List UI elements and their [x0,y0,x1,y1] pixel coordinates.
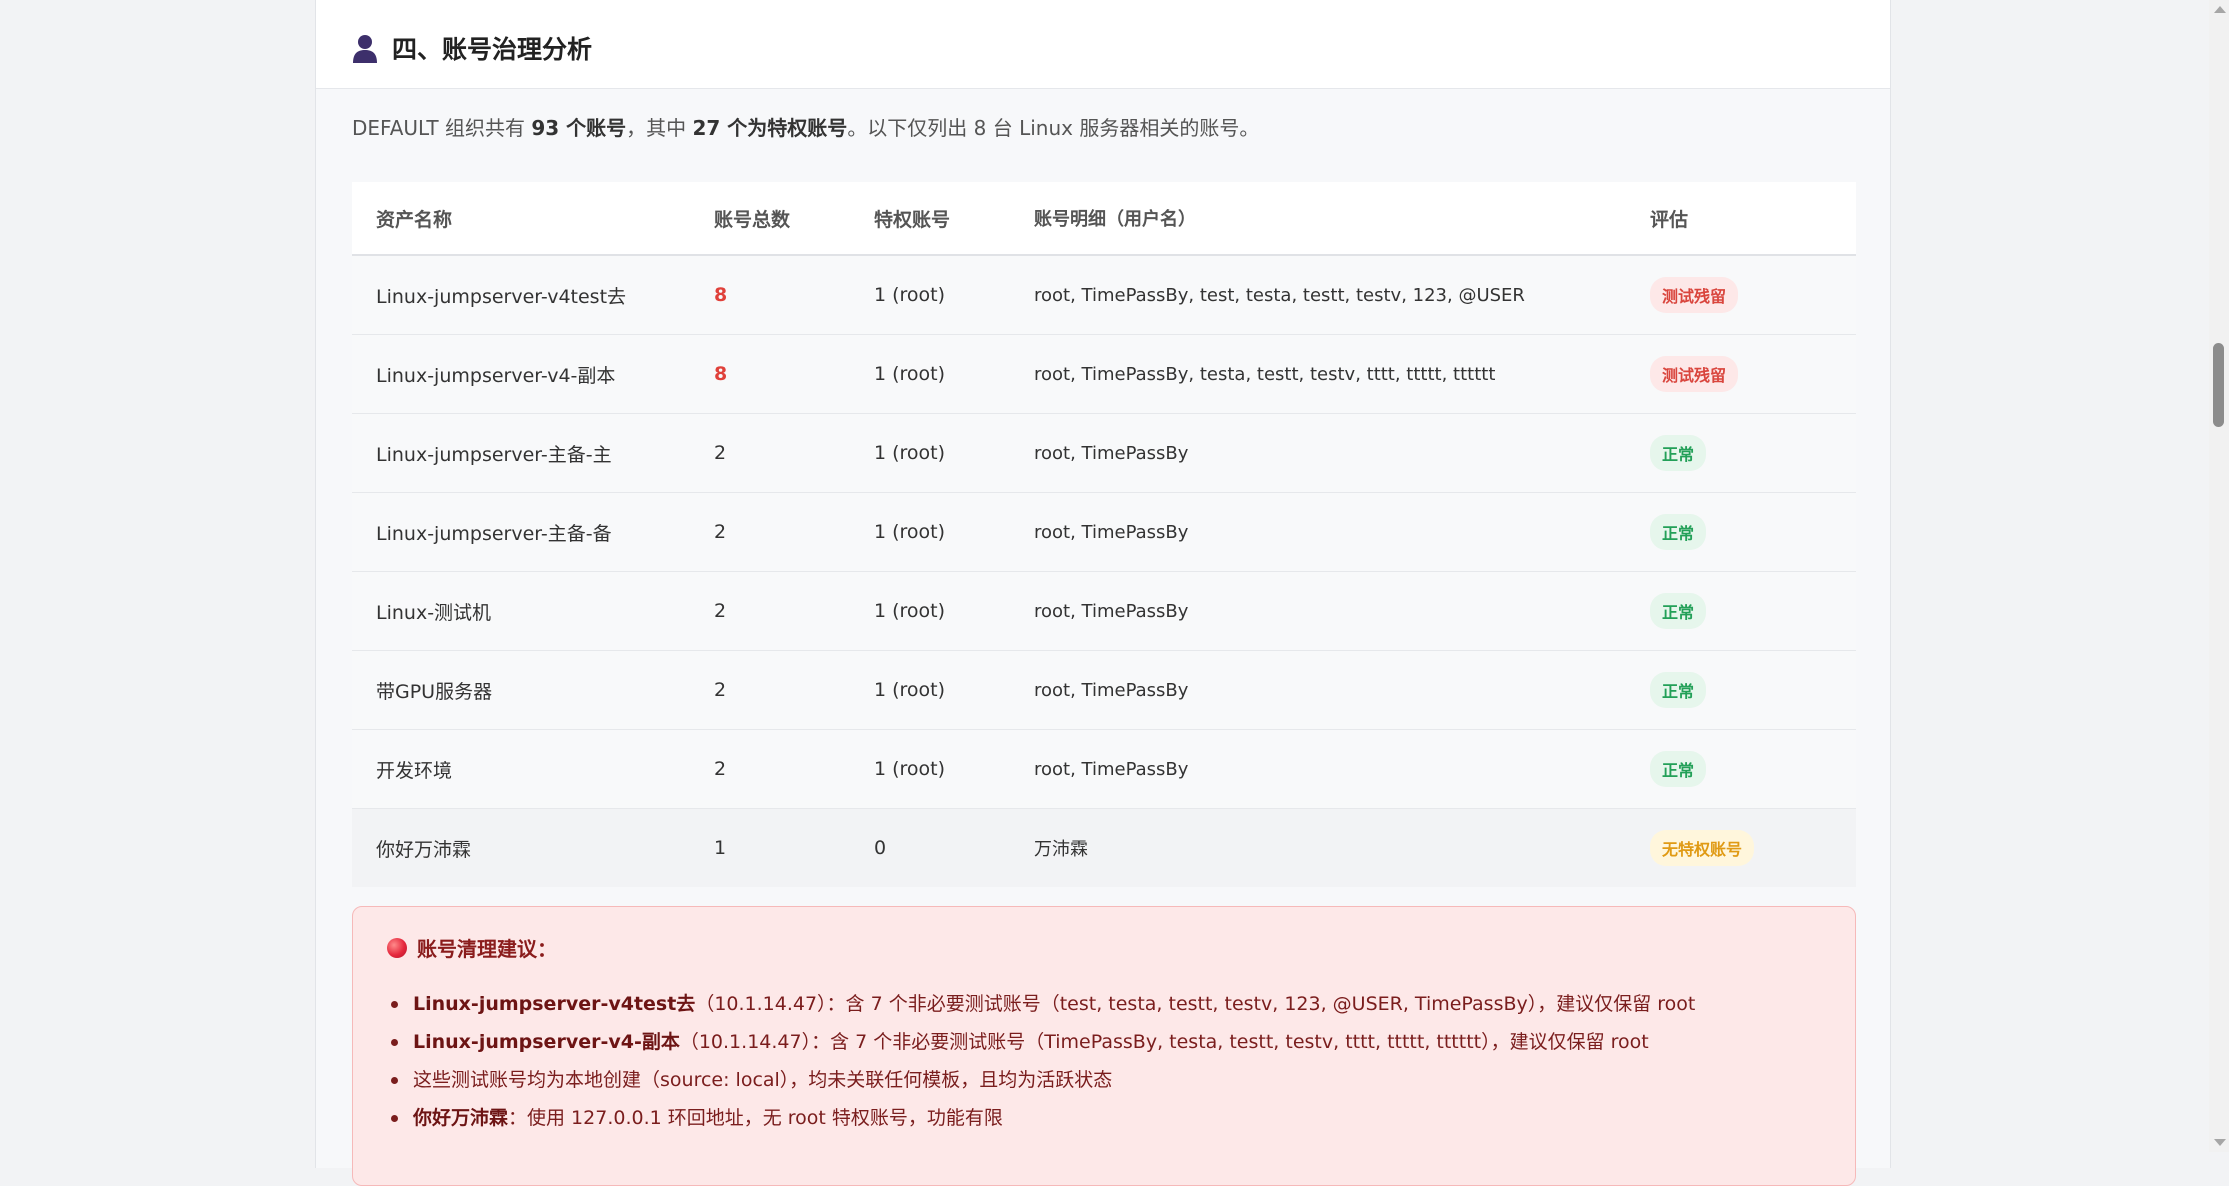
table-row: Linux-jumpserver-v4-副本 8 1 (root) root, … [352,335,1856,414]
status-badge: 无特权账号 [1650,830,1755,866]
account-detail: root, TimePassBy [1034,600,1189,622]
table-row: Linux-jumpserver-主备-备 2 1 (root) root, T… [352,493,1856,572]
intro-total-accounts: 93 个账号 [531,116,627,140]
table-row: 带GPU服务器 2 1 (root) root, TimePassBy 正常 [352,651,1856,730]
header-assessment: 评估 [1650,208,1689,231]
advice-item-target: Linux-jumpserver-v4-副本 [413,1031,680,1053]
intro-mid: ，其中 [626,116,693,140]
privileged-count: 1 (root) [874,363,946,385]
account-count: 2 [714,521,727,543]
privileged-count: 1 (root) [874,758,946,780]
list-item: 你好万沛霖：使用 127.0.0.1 环回地址，无 root 特权账号，功能有限 [387,1099,1695,1137]
advice-item-target: Linux-jumpserver-v4test去 [413,993,696,1015]
table-row: Linux-jumpserver-主备-主 2 1 (root) root, T… [352,414,1856,493]
status-badge: 测试残留 [1650,277,1739,313]
status-badge: 正常 [1650,514,1707,550]
asset-name: Linux-jumpserver-主备-主 [376,443,612,466]
account-count: 8 [714,363,728,385]
advice-item-text: 这些测试账号均为本地创建（source: local），均未关联任何模板，且均为… [413,1069,1113,1091]
advice-list: Linux-jumpserver-v4test去（10.1.14.47）：含 7… [387,985,1695,1137]
status-badge: 正常 [1650,435,1707,471]
asset-name: 你好万沛霖 [376,838,472,861]
intro-privileged-accounts: 27 个为特权账号 [692,116,848,140]
red-circle-icon [387,937,407,958]
header-account-detail: 账号明细（用户名） [1034,209,1196,230]
person-icon [353,35,377,63]
account-detail: root, TimePassBy, test, testa, testt, te… [1034,284,1525,306]
scroll-up-arrow-icon[interactable] [2214,6,2226,13]
asset-name: Linux-jumpserver-v4-副本 [376,364,616,387]
table-row: Linux-jumpserver-v4test去 8 1 (root) root… [352,256,1856,335]
header-asset-name: 资产名称 [376,208,453,231]
account-detail: root, TimePassBy [1034,442,1189,464]
account-count: 8 [714,284,728,306]
table-header-row: 资产名称 账号总数 特权账号 账号明细（用户名） 评估 [352,182,1856,256]
asset-name: Linux-jumpserver-v4test去 [376,285,627,308]
table-row: 你好万沛霖 1 0 万沛霖 无特权账号 [352,809,1856,887]
intro-suffix: 。以下仅列出 8 台 Linux 服务器相关的账号。 [847,116,1260,140]
status-badge: 测试残留 [1650,356,1739,392]
vertical-scrollbar[interactable] [2209,0,2229,1152]
advice-title-text: 账号清理建议： [417,937,557,961]
scroll-down-arrow-icon[interactable] [2214,1139,2226,1146]
account-count: 1 [714,837,727,859]
asset-name: 带GPU服务器 [376,680,493,703]
section-title: 四、账号治理分析 [352,28,592,68]
account-table: 资产名称 账号总数 特权账号 账号明细（用户名） 评估 Linux-jumpse… [352,182,1856,887]
advice-item-target: 你好万沛霖 [413,1107,509,1129]
asset-name: Linux-测试机 [376,601,492,624]
section-title-text: 四、账号治理分析 [392,35,593,64]
privileged-count: 1 (root) [874,284,946,306]
account-detail: root, TimePassBy [1034,521,1189,543]
account-detail: root, TimePassBy [1034,679,1189,701]
account-count: 2 [714,758,727,780]
privileged-count: 1 (root) [874,600,946,622]
account-count: 2 [714,679,727,701]
header-account-count: 账号总数 [714,208,791,231]
status-badge: 正常 [1650,672,1707,708]
table-row: Linux-测试机 2 1 (root) root, TimePassBy 正常 [352,572,1856,651]
status-badge: 正常 [1650,593,1707,629]
list-item: Linux-jumpserver-v4-副本（10.1.14.47）：含 7 个… [387,1023,1695,1061]
asset-name: 开发环境 [376,759,453,782]
account-governance-card: 四、账号治理分析 DEFAULT 组织共有 93 个账号，其中 27 个为特权账… [315,0,1891,1186]
section-header: 四、账号治理分析 [316,0,1890,89]
account-detail: root, TimePassBy [1034,758,1189,780]
table-row: 开发环境 2 1 (root) root, TimePassBy 正常 [352,730,1856,809]
privileged-count: 1 (root) [874,679,946,701]
header-privileged: 特权账号 [874,208,951,231]
privileged-count: 1 (root) [874,521,946,543]
advice-title: 账号清理建议： [387,933,557,962]
list-item: Linux-jumpserver-v4test去（10.1.14.47）：含 7… [387,985,1695,1023]
advice-item-text: （10.1.14.47）：含 7 个非必要测试账号（TimePassBy, te… [679,1031,1649,1053]
account-count: 2 [714,442,727,464]
account-detail: root, TimePassBy, testa, testt, testv, t… [1034,363,1496,385]
intro-prefix: DEFAULT 组织共有 [352,116,532,140]
account-count: 2 [714,600,727,622]
privileged-count: 1 (root) [874,442,946,464]
account-detail: 万沛霖 [1034,839,1088,860]
advice-item-text: ：使用 127.0.0.1 环回地址，无 root 特权账号，功能有限 [508,1107,1003,1129]
scrollbar-thumb[interactable] [2213,343,2224,427]
cleanup-advice-box: 账号清理建议： Linux-jumpserver-v4test去（10.1.14… [352,906,1856,1186]
advice-item-text: （10.1.14.47）：含 7 个非必要测试账号（test, testa, t… [695,993,1696,1015]
status-badge: 正常 [1650,751,1707,787]
list-item: 这些测试账号均为本地创建（source: local），均未关联任何模板，且均为… [387,1061,1695,1099]
asset-name: Linux-jumpserver-主备-备 [376,522,612,545]
privileged-count: 0 [874,837,887,859]
intro-text: DEFAULT 组织共有 93 个账号，其中 27 个为特权账号。以下仅列出 8… [352,112,1259,141]
